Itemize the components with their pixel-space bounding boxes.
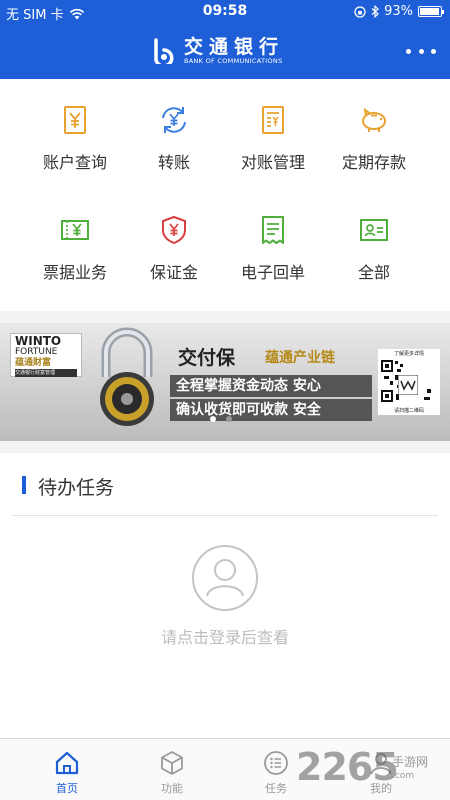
brand-name-en: BANK OF COMMUNICATIONS xyxy=(184,56,283,65)
banner-slogan-1: 全程掌握资金动态 安心 xyxy=(170,375,372,397)
winto-mini-logo xyxy=(398,375,418,395)
shield-yuan-icon xyxy=(162,215,186,245)
bank-brand: 交通银行 BANK OF COMMUNICATIONS xyxy=(150,34,284,68)
battery-icon xyxy=(418,6,444,17)
banner-product-name: 交付保 xyxy=(178,347,236,369)
brand-text: 交通银行 BANK OF COMMUNICATIONS xyxy=(184,37,284,66)
tab-label: 任务 xyxy=(265,782,287,795)
rotation-lock-icon xyxy=(354,5,366,18)
bill-yuan-icon xyxy=(61,220,89,240)
tab-home[interactable]: 首页 xyxy=(13,739,121,800)
menu-item-transfer[interactable]: 转账 xyxy=(118,79,230,179)
tab-tasks[interactable]: 任务 xyxy=(222,739,330,800)
tasks-header: 待办任务 xyxy=(12,453,438,516)
battery-fill xyxy=(420,8,439,15)
list-document-icon xyxy=(262,106,284,134)
status-right: 93% xyxy=(354,4,444,19)
cube-icon xyxy=(161,751,183,775)
carousel-dot-active[interactable] xyxy=(210,416,216,422)
menu-item-account-query[interactable]: 账户查询 xyxy=(19,79,131,179)
banner-slogan-2: 确认收货即可收款 安全 xyxy=(170,399,372,421)
menu-item-e-receipt[interactable]: 电子回单 xyxy=(217,189,329,289)
receipt-icon xyxy=(262,216,284,244)
tab-label: 功能 xyxy=(161,782,183,795)
menu-label: 保证金 xyxy=(149,263,198,282)
menu-item-fixed-deposit[interactable]: 定期存款 xyxy=(318,79,430,179)
promo-banner[interactable]: WINTO FORTUNE 蕴通财富 交通银行财富管理 交付保 蕴通产业链 全程… xyxy=(0,323,450,441)
carousel-dot[interactable] xyxy=(226,416,232,422)
padlock-icon xyxy=(100,327,154,426)
app-header: 无 SIM 卡 09:58 93% 交通银行 BANK OF COMMUNICA… xyxy=(0,0,450,79)
person-icon xyxy=(370,753,392,775)
brand-name-cn: 交通银行 xyxy=(184,35,285,58)
tab-label: 首页 xyxy=(56,782,78,795)
piggy-bank-icon xyxy=(362,107,386,132)
more-dots-icon[interactable] xyxy=(406,40,436,62)
login-hint[interactable]: 请点击登录后查看 xyxy=(0,624,450,648)
menu-label: 定期存款 xyxy=(341,153,406,172)
menu-label: 账户查询 xyxy=(42,153,107,172)
winto-fortune-logo: WINTO FORTUNE 蕴通财富 交通银行财富管理 xyxy=(10,333,82,377)
menu-label: 电子回单 xyxy=(240,263,305,282)
menu-label: 票据业务 xyxy=(42,263,107,282)
section-accent-bar xyxy=(22,476,26,494)
tasks-title: 待办任务 xyxy=(38,477,115,499)
pending-tasks-panel: 待办任务 请点击登录后查看 xyxy=(0,453,450,738)
menu-item-bill-business[interactable]: 票据业务 xyxy=(19,189,131,289)
bluetooth-icon xyxy=(371,5,379,18)
yuan-transfer-icon xyxy=(162,107,186,133)
menu-label: 转账 xyxy=(157,153,190,172)
menu-item-reconciliation[interactable]: 对账管理 xyxy=(217,79,329,179)
carousel-dots xyxy=(210,416,232,422)
menu-label: 对账管理 xyxy=(240,153,305,172)
tab-label: 我的 xyxy=(370,782,392,795)
tab-mine[interactable]: 我的 xyxy=(327,739,435,800)
function-grid: 账户查询 转账 对账管理 定期存款 票据业务 保证金 电子回单 全部 xyxy=(0,79,450,311)
menu-item-all[interactable]: 全部 xyxy=(318,189,430,289)
list-circle-icon xyxy=(264,751,288,775)
card-all-icon xyxy=(360,219,388,241)
tab-functions[interactable]: 功能 xyxy=(118,739,226,800)
menu-label: 全部 xyxy=(357,263,390,282)
qr-caption-top: 了解更多详情 xyxy=(393,351,424,357)
yuan-document-icon xyxy=(64,106,86,134)
user-avatar-icon[interactable] xyxy=(191,544,259,612)
bottom-tab-bar: 首页 功能 任务 我的 xyxy=(0,738,450,800)
qr-caption-bottom: 请扫描二维码 xyxy=(393,408,424,414)
battery-percent: 93% xyxy=(384,4,413,19)
banner-partner-name: 蕴通产业链 xyxy=(265,350,335,366)
bank-logo-icon xyxy=(154,38,174,64)
status-bar: 无 SIM 卡 09:58 93% xyxy=(0,0,450,24)
menu-item-margin-deposit[interactable]: 保证金 xyxy=(118,189,230,289)
home-icon xyxy=(55,751,79,775)
